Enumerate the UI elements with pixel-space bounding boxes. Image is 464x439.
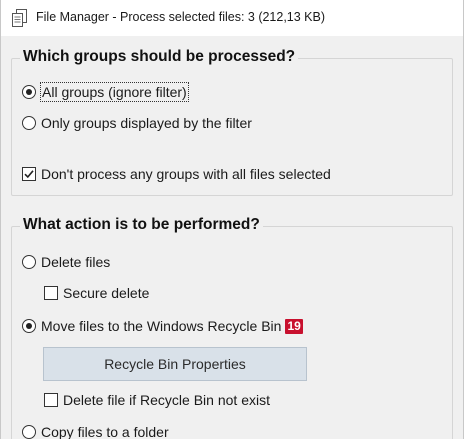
process-files-dialog: File Manager - Process selected files: 3…: [0, 0, 464, 439]
title-bar: File Manager - Process selected files: 3…: [1, 0, 463, 36]
groups-processing-section: Which groups should be processed? All gr…: [11, 47, 453, 196]
checkbox[interactable]: [44, 286, 58, 300]
action-section: What action is to be performed? Delete f…: [11, 215, 453, 439]
file-manager-icon: [12, 9, 28, 27]
radio-button-checked[interactable]: [22, 85, 36, 99]
checkbox-label-secure-delete: Secure delete: [63, 285, 150, 301]
recycle-bin-properties-button[interactable]: Recycle Bin Properties: [43, 347, 307, 381]
radio-button[interactable]: [22, 425, 36, 439]
radio-label-copy-to-folder: Copy files to a folder: [41, 424, 169, 439]
checkbox-label-delete-if-no-bin: Delete file if Recycle Bin not exist: [63, 392, 270, 408]
radio-button[interactable]: [22, 116, 36, 130]
radio-label-filtered-groups: Only groups displayed by the filter: [41, 115, 252, 131]
checkbox-label-skip-all-selected: Don't process any groups with all files …: [41, 166, 331, 182]
section-title-action: What action is to be performed?: [20, 215, 263, 235]
radio-all-groups[interactable]: All groups (ignore filter): [22, 82, 189, 102]
radio-filtered-groups[interactable]: Only groups displayed by the filter: [22, 114, 252, 132]
checkbox-checked[interactable]: [22, 167, 36, 181]
radio-button[interactable]: [22, 255, 36, 269]
radio-move-recycle-bin[interactable]: Move files to the Windows Recycle Bin 19: [22, 317, 303, 335]
radio-delete-files[interactable]: Delete files: [22, 253, 110, 271]
dialog-content: Which groups should be processed? All gr…: [1, 36, 463, 439]
radio-button-checked[interactable]: [22, 319, 36, 333]
checkbox[interactable]: [44, 393, 58, 407]
radio-label-all-groups: All groups (ignore filter): [40, 82, 189, 102]
step-number-badge: 19: [285, 318, 303, 334]
radio-copy-to-folder[interactable]: Copy files to a folder: [22, 423, 169, 439]
checkbox-skip-all-selected[interactable]: Don't process any groups with all files …: [22, 165, 331, 183]
window-title: File Manager - Process selected files: 3…: [36, 10, 326, 24]
checkbox-delete-if-no-bin[interactable]: Delete file if Recycle Bin not exist: [44, 391, 270, 409]
radio-label-move-recycle-bin: Move files to the Windows Recycle Bin: [41, 318, 282, 334]
checkbox-secure-delete[interactable]: Secure delete: [44, 284, 149, 302]
radio-label-delete-files: Delete files: [41, 254, 111, 270]
checkmark-icon: [24, 170, 34, 179]
section-title-groups: Which groups should be processed?: [20, 47, 299, 67]
